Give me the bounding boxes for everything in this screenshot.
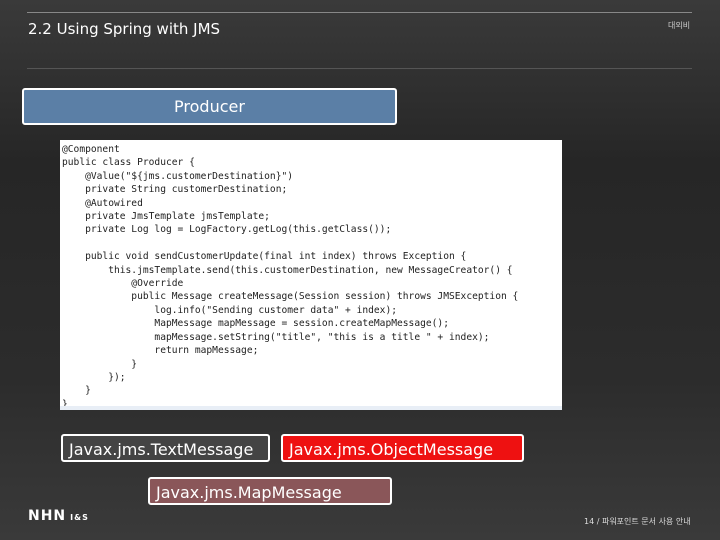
text-message-box: Javax.jms.TextMessage: [61, 434, 270, 462]
company-logo: NHN I&S: [28, 508, 89, 524]
top-rule: [27, 12, 692, 13]
producer-banner: Producer: [22, 88, 397, 125]
logo-sub: I&S: [70, 513, 89, 522]
confidential-label: 대외비: [668, 21, 691, 30]
map-message-box: Javax.jms.MapMessage: [148, 477, 392, 505]
object-message-box: Javax.jms.ObjectMessage: [281, 434, 524, 462]
logo-text: NHN: [28, 508, 67, 524]
slide-title: 2.2 Using Spring with JMS: [28, 20, 221, 38]
page-footer: 14 / 파워포인트 문서 사용 안내: [584, 517, 691, 526]
code-snippet: @Component public class Producer { @Valu…: [60, 140, 562, 410]
title-rule: [27, 68, 692, 69]
